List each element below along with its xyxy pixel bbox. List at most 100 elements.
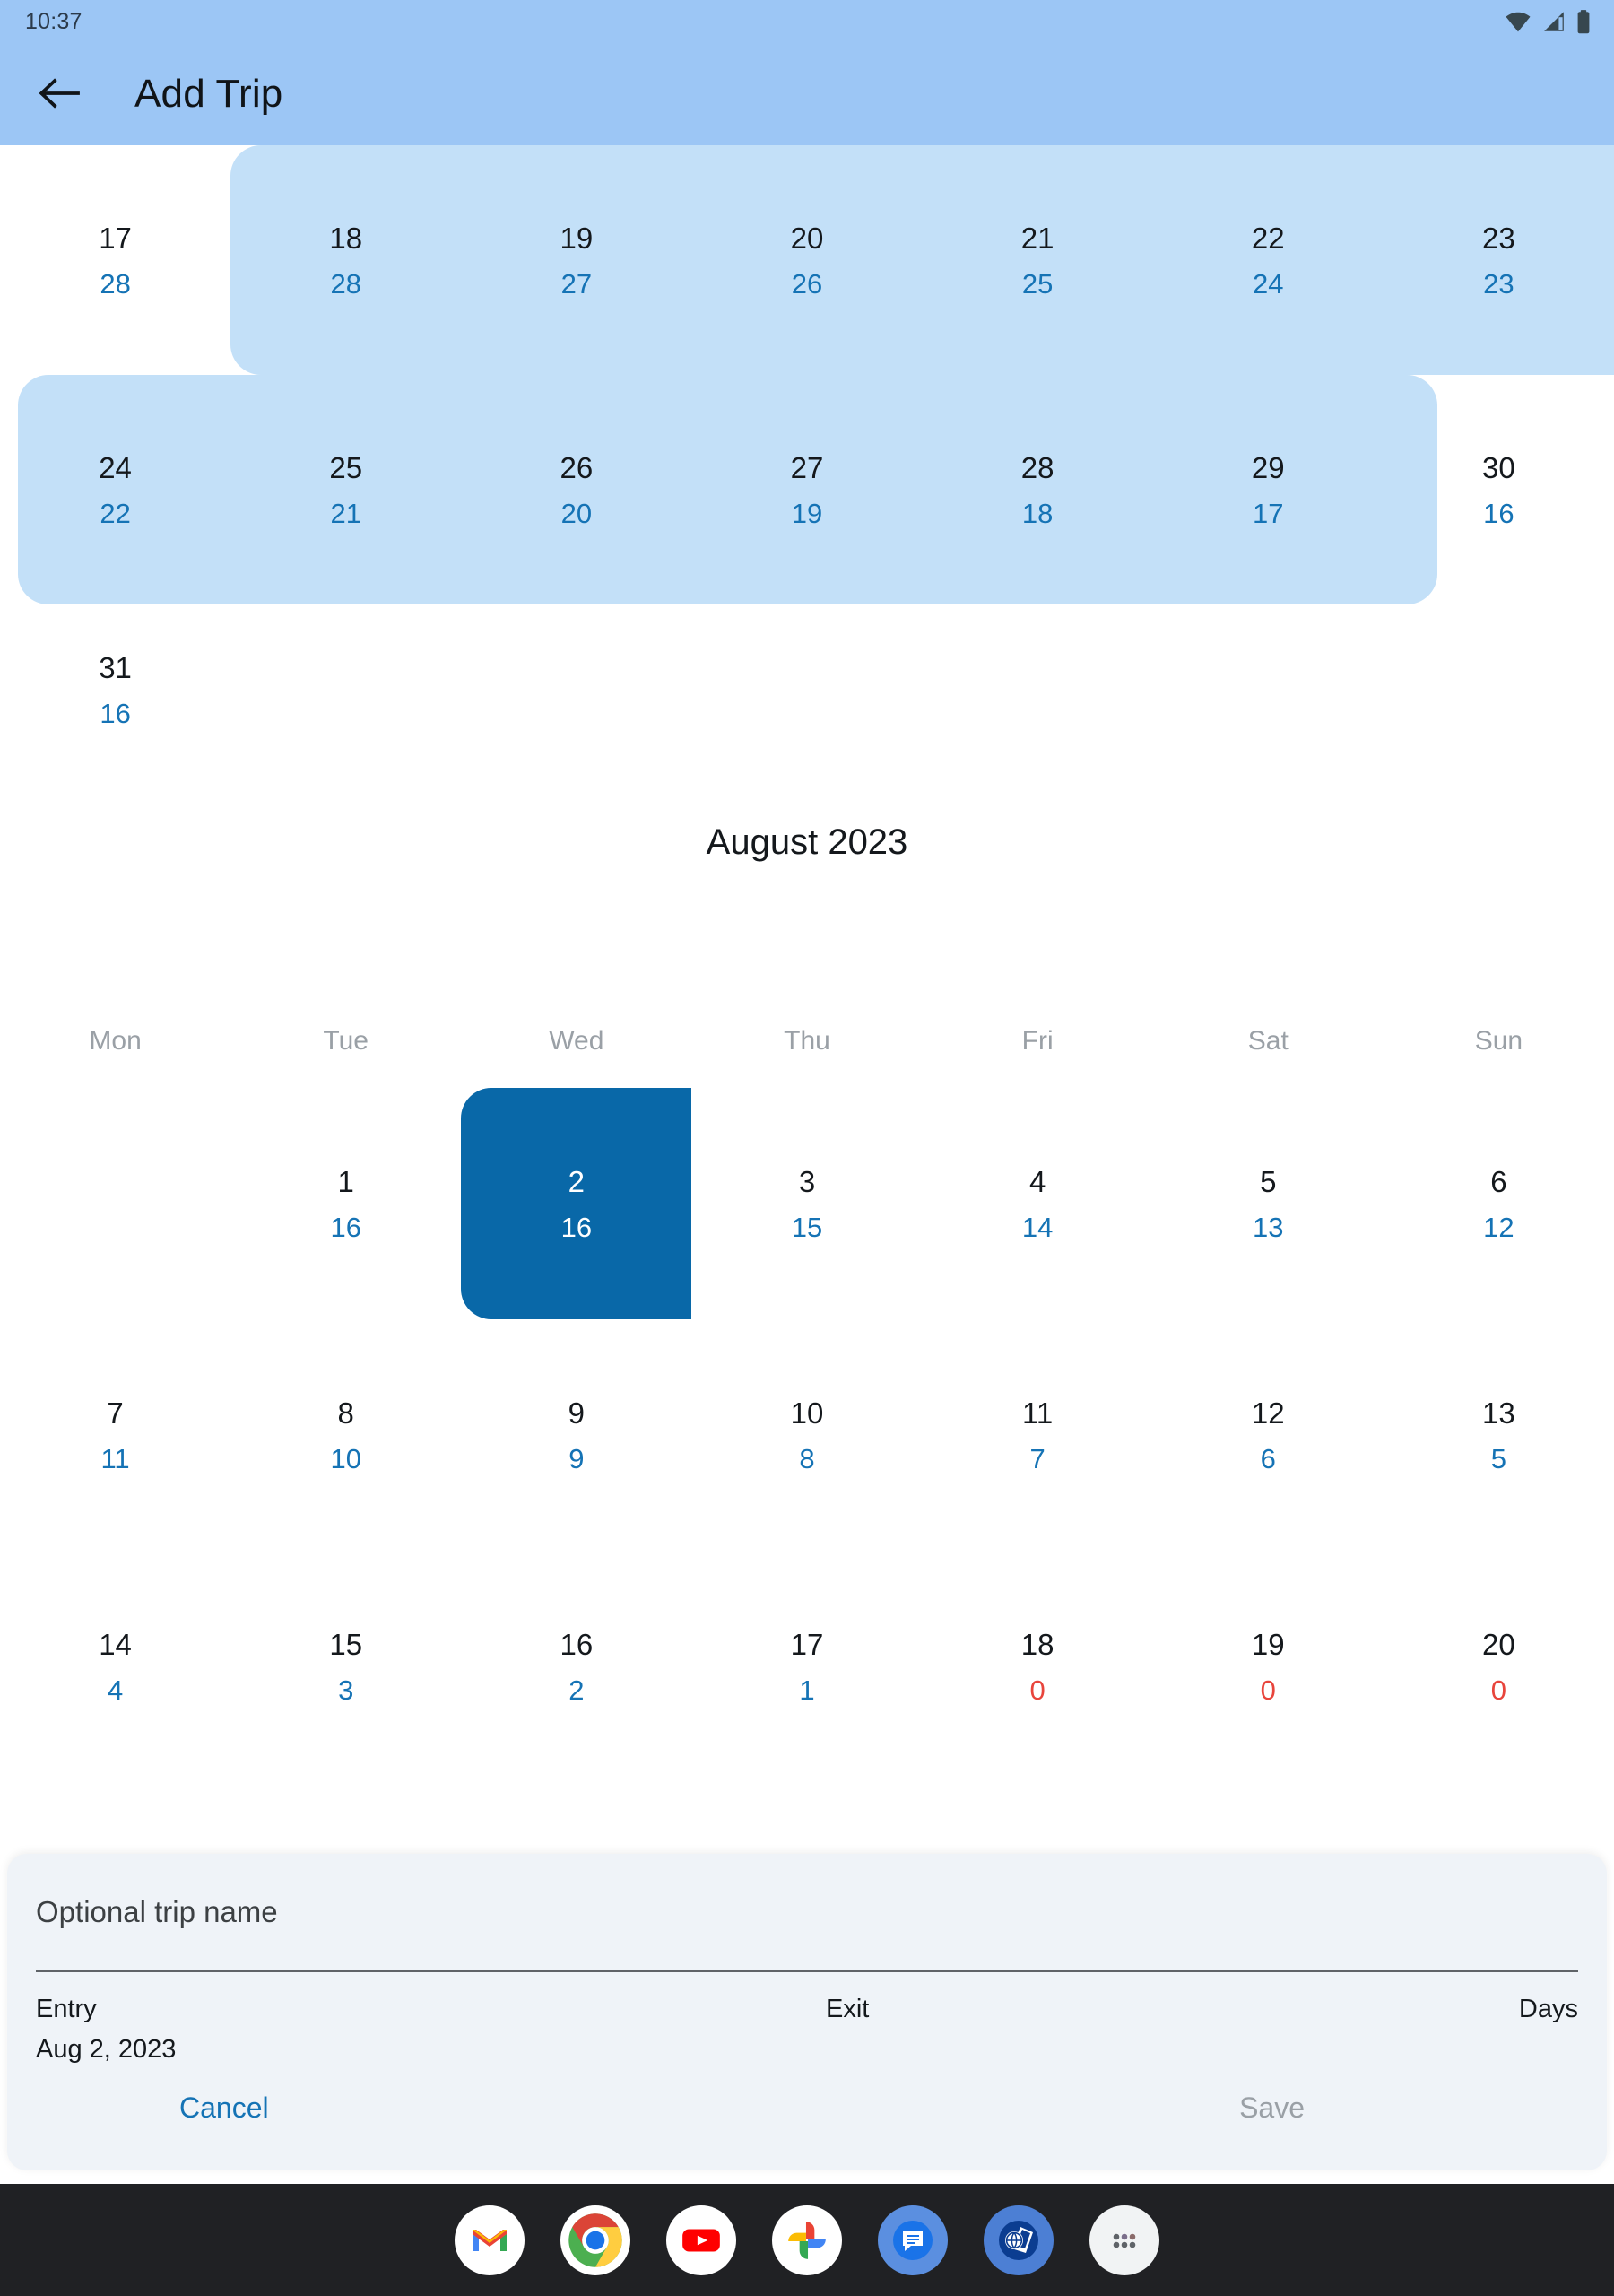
day-count: 7 — [1029, 1442, 1046, 1474]
google-photos-icon[interactable] — [772, 2205, 842, 2275]
day-number: 22 — [1251, 221, 1285, 255]
calendar-day[interactable]: 29 17 — [1153, 375, 1384, 604]
calendar-day-empty — [691, 604, 922, 775]
calendar-day[interactable]: 17 1 — [691, 1551, 922, 1782]
trip-name-input[interactable] — [36, 1854, 1578, 1972]
day-number: 26 — [560, 450, 594, 484]
day-number: 2 — [568, 1164, 586, 1198]
month-title: August 2023 — [706, 822, 908, 862]
day-count: 19 — [791, 497, 823, 529]
day-count: 0 — [1029, 1674, 1046, 1706]
sheet-actions: Cancel Save — [36, 2063, 1578, 2130]
day-number: 3 — [798, 1164, 816, 1198]
day-number: 13 — [1482, 1396, 1515, 1430]
day-number: 29 — [1251, 450, 1285, 484]
calendar-day[interactable]: 15 3 — [230, 1551, 461, 1782]
calendar-day-selected[interactable]: 2 16 — [461, 1088, 691, 1319]
calendar-week-row: 24 22 25 21 26 20 27 19 28 18 29 17 30 1… — [0, 375, 1614, 604]
day-number: 1 — [337, 1164, 354, 1198]
entry-field[interactable]: Entry Aug 2, 2023 — [36, 1996, 176, 2063]
calendar-day[interactable]: 10 8 — [691, 1319, 922, 1551]
day-number: 17 — [790, 1627, 824, 1661]
calendar-day-empty — [1384, 604, 1614, 775]
day-count: 26 — [791, 267, 823, 300]
calendar-day[interactable]: 18 28 — [230, 145, 461, 375]
day-count: 8 — [799, 1442, 815, 1474]
calendar-day[interactable]: 27 19 — [691, 375, 922, 604]
calendar-day[interactable]: 7 11 — [0, 1319, 230, 1551]
battery-icon — [1576, 9, 1591, 34]
day-count: 16 — [330, 1211, 361, 1243]
page-title: Add Trip — [134, 72, 283, 116]
calendar-day[interactable]: 31 16 — [0, 604, 230, 775]
day-number: 24 — [99, 450, 132, 484]
calendar-day[interactable]: 25 21 — [230, 375, 461, 604]
weekday-label-tue: Tue — [323, 1026, 369, 1056]
calendar-day[interactable]: 12 6 — [1153, 1319, 1384, 1551]
status-icon-group — [1505, 9, 1591, 34]
wifi-icon — [1505, 11, 1532, 32]
back-button[interactable] — [30, 66, 86, 122]
calendar-day[interactable]: 19 0 — [1153, 1551, 1384, 1782]
day-count: 27 — [560, 267, 593, 300]
day-number: 21 — [1020, 221, 1054, 255]
weekday-label-fri: Fri — [1021, 1026, 1054, 1056]
calendar-day[interactable]: 1 16 — [230, 1088, 461, 1319]
day-count: 21 — [330, 497, 361, 529]
app-drawer-icon[interactable] — [1089, 2205, 1159, 2275]
calendar-day-empty — [461, 604, 691, 775]
calendar-day[interactable]: 19 27 — [461, 145, 691, 375]
calendar-week-row: 31 16 — [0, 604, 1614, 775]
calendar-day[interactable]: 17 28 — [0, 145, 230, 375]
calendar-day[interactable]: 30 16 — [1384, 375, 1614, 604]
gmail-icon[interactable] — [455, 2205, 525, 2275]
day-count: 13 — [1253, 1211, 1284, 1243]
calendar-day[interactable]: 16 2 — [461, 1551, 691, 1782]
day-number: 4 — [1028, 1164, 1046, 1198]
day-number: 20 — [1482, 1627, 1515, 1661]
day-number: 9 — [568, 1396, 586, 1430]
travel-passport-icon[interactable] — [984, 2205, 1054, 2275]
calendar-day[interactable]: 20 26 — [691, 145, 922, 375]
day-count: 20 — [560, 497, 593, 529]
save-button[interactable]: Save — [1221, 2086, 1323, 2130]
days-label: Days — [1518, 1995, 1578, 2023]
day-number: 18 — [1020, 1627, 1054, 1661]
cancel-button[interactable]: Cancel — [161, 2086, 287, 2130]
calendar-day[interactable]: 20 0 — [1384, 1551, 1614, 1782]
calendar-day[interactable]: 3 15 — [691, 1088, 922, 1319]
day-count: 24 — [1253, 267, 1284, 300]
calendar-day[interactable]: 24 22 — [0, 375, 230, 604]
calendar-scroll-area[interactable]: 17 28 18 28 19 27 20 26 21 25 22 24 23 2… — [0, 145, 1614, 1854]
calendar-day[interactable]: 11 7 — [923, 1319, 1153, 1551]
calendar-day[interactable]: 22 24 — [1153, 145, 1384, 375]
calendar-day[interactable]: 28 18 — [923, 375, 1153, 604]
day-number: 27 — [790, 450, 824, 484]
calendar-day[interactable]: 8 10 — [230, 1319, 461, 1551]
calendar-day[interactable]: 13 5 — [1384, 1319, 1614, 1551]
calendar-day[interactable]: 23 23 — [1384, 145, 1614, 375]
day-count: 15 — [791, 1211, 823, 1243]
day-count: 3 — [338, 1674, 354, 1706]
day-number: 17 — [99, 221, 132, 255]
calendar-day[interactable]: 4 14 — [923, 1088, 1153, 1319]
back-arrow-icon — [37, 75, 80, 114]
chrome-icon[interactable] — [560, 2205, 630, 2275]
calendar-day[interactable]: 5 13 — [1153, 1088, 1384, 1319]
calendar-day[interactable]: 9 9 — [461, 1319, 691, 1551]
day-number: 10 — [790, 1396, 824, 1430]
messages-icon[interactable] — [878, 2205, 948, 2275]
exit-field[interactable]: Exit — [826, 1996, 869, 2063]
calendar-day[interactable]: 26 20 — [461, 375, 691, 604]
weekday-label-sun: Sun — [1474, 1026, 1523, 1056]
calendar-day[interactable]: 14 4 — [0, 1551, 230, 1782]
calendar-day[interactable]: 6 12 — [1384, 1088, 1614, 1319]
day-count: 12 — [1483, 1211, 1514, 1243]
day-count: 28 — [330, 267, 361, 300]
calendar-day[interactable]: 18 0 — [923, 1551, 1153, 1782]
calendar-day[interactable]: 21 25 — [923, 145, 1153, 375]
app-dock — [0, 2184, 1614, 2296]
youtube-icon[interactable] — [666, 2205, 736, 2275]
add-trip-sheet: Entry Aug 2, 2023 Exit Days Cancel Save — [7, 1854, 1607, 2170]
day-count: 17 — [1253, 497, 1284, 529]
